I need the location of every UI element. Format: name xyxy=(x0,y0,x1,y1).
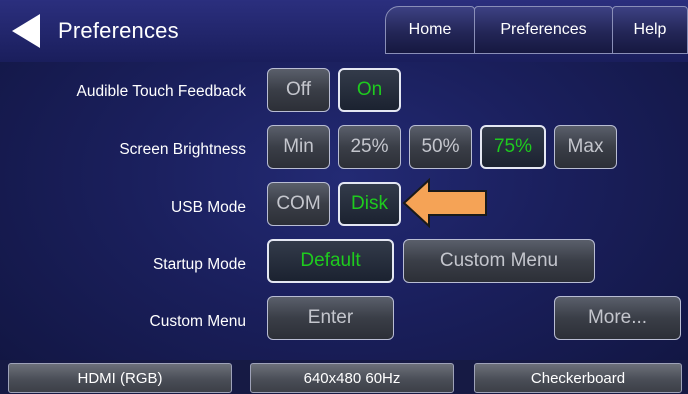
usb-disk-button[interactable]: Disk xyxy=(338,182,401,226)
custom-menu-label: Custom Menu xyxy=(149,313,246,330)
annotation-arrow-icon xyxy=(402,178,487,228)
tab-home[interactable]: Home xyxy=(385,6,475,54)
preferences-screen: Preferences Home Preferences Help Audibl… xyxy=(0,0,688,394)
usb-com-button[interactable]: COM xyxy=(267,182,330,226)
startup-custom-menu-button[interactable]: Custom Menu xyxy=(403,239,595,283)
custom-menu-enter-button[interactable]: Enter xyxy=(267,296,394,340)
startup-default-button[interactable]: Default xyxy=(267,239,394,283)
brightness-max-button[interactable]: Max xyxy=(554,125,617,169)
audible-off-button[interactable]: Off xyxy=(267,68,330,112)
tab-help[interactable]: Help xyxy=(612,6,688,54)
usb-mode-label: USB Mode xyxy=(171,199,246,216)
startup-mode-label: Startup Mode xyxy=(152,256,246,273)
status-pattern[interactable]: Checkerboard xyxy=(474,363,682,393)
page-title: Preferences xyxy=(58,18,179,43)
screen-brightness-label: Screen Brightness xyxy=(119,141,246,158)
brightness-25-button[interactable]: 25% xyxy=(338,125,401,169)
audible-touch-feedback-label: Audible Touch Feedback xyxy=(76,83,246,100)
brightness-75-button[interactable]: 75% xyxy=(480,125,546,169)
audible-on-button[interactable]: On xyxy=(338,68,401,112)
brightness-min-button[interactable]: Min xyxy=(267,125,330,169)
header-bar: Preferences Home Preferences Help xyxy=(0,0,688,62)
status-interface[interactable]: HDMI (RGB) xyxy=(8,363,232,393)
tab-preferences[interactable]: Preferences xyxy=(474,6,613,54)
status-format[interactable]: 640x480 60Hz xyxy=(250,363,454,393)
status-bar: HDMI (RGB) 640x480 60Hz Checkerboard xyxy=(0,360,688,394)
brightness-50-button[interactable]: 50% xyxy=(409,125,472,169)
more-button[interactable]: More... xyxy=(554,296,681,340)
back-arrow-icon[interactable] xyxy=(12,14,40,48)
